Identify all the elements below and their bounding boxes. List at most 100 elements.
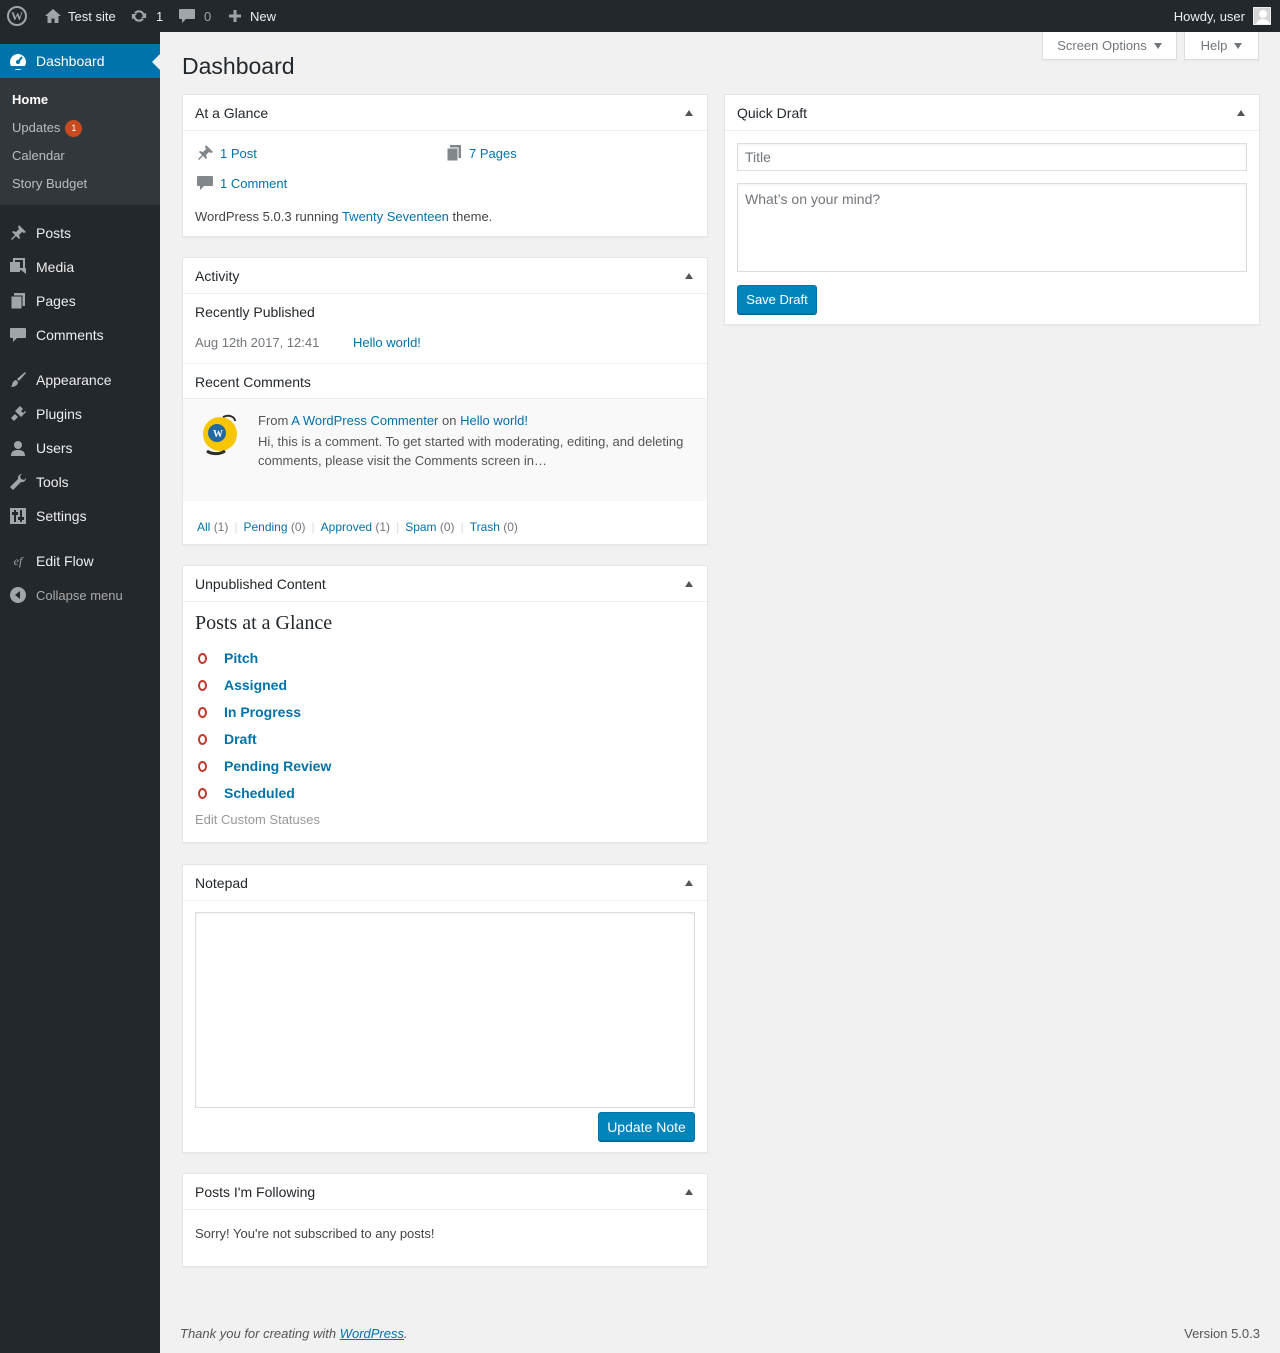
status-row-in-progress[interactable]: In Progress [195, 702, 301, 722]
status-row-scheduled[interactable]: Scheduled [195, 783, 295, 803]
updates-count: 1 [156, 8, 164, 24]
comment-author-link[interactable]: A WordPress Commenter [291, 413, 438, 428]
wrench-icon [10, 473, 27, 490]
menu-item-edit-flow[interactable]: ef Edit Flow [0, 544, 160, 578]
updates-link[interactable]: 1 [130, 0, 163, 32]
comments-count: 0 [204, 8, 212, 24]
help-button[interactable]: Help [1184, 32, 1259, 60]
status-count [198, 652, 207, 664]
howdy-label: Howdy, user [1173, 8, 1245, 24]
collapse-toggle-icon[interactable] [685, 880, 693, 886]
chevron-down-icon [1153, 42, 1162, 49]
recently-published-heading: Recently Published [195, 304, 315, 320]
avatar [1253, 7, 1271, 25]
status-count [198, 679, 207, 691]
draft-content-textarea[interactable]: What’s on your mind? [737, 183, 1247, 272]
menu-item-users[interactable]: Users [0, 431, 160, 465]
refresh-icon [131, 10, 147, 22]
published-post-link[interactable]: Hello world! [353, 335, 421, 350]
widget-header[interactable]: At a Glance [183, 95, 707, 131]
status-count [198, 733, 207, 745]
posts-at-a-glance-heading: Posts at a Glance [195, 612, 333, 634]
comment-icon [179, 9, 195, 23]
collapse-toggle-icon[interactable] [685, 273, 693, 279]
post-count-link[interactable]: 1 Post [196, 144, 257, 162]
pages-icon [10, 293, 25, 310]
page-title: Dashboard [182, 53, 295, 79]
comment-post-link[interactable]: Hello world! [460, 413, 528, 428]
filter-all[interactable]: All (1) [197, 520, 228, 534]
my-account-link[interactable]: Howdy, user [1174, 0, 1271, 32]
widget-header[interactable]: Activity [183, 258, 707, 294]
menu-item-plugins[interactable]: Plugins [0, 397, 160, 431]
status-row-draft[interactable]: Draft [195, 729, 257, 749]
draft-title-input[interactable]: Title [737, 143, 1247, 171]
published-date: Aug 12th 2017, 12:41 [195, 335, 320, 350]
status-row-pending-review[interactable]: Pending Review [195, 756, 331, 776]
plugin-icon [11, 406, 26, 421]
screen-options-button[interactable]: Screen Options [1042, 32, 1177, 60]
status-row-assigned[interactable]: Assigned [195, 675, 287, 695]
update-note-button[interactable]: Update Note [598, 1112, 695, 1141]
widget-header[interactable]: Unpublished Content [183, 566, 707, 602]
pages-icon [446, 145, 461, 162]
status-row-pitch[interactable]: Pitch [195, 648, 258, 668]
wordpress-link[interactable]: WordPress [340, 1326, 404, 1341]
posts-following-widget: Posts I'm Following Sorry! You're not su… [182, 1173, 708, 1267]
notepad-widget: Notepad Update Note [182, 864, 708, 1153]
version-info: WordPress 5.0.3 running Twenty Seventeen… [195, 209, 493, 224]
collapse-toggle-icon[interactable] [685, 581, 693, 587]
footer-thanks: Thank you for creating with WordPress. [180, 1326, 408, 1341]
site-name-link[interactable]: Test site [44, 0, 116, 32]
notepad-textarea[interactable] [195, 912, 695, 1108]
new-label: New [250, 8, 277, 24]
comment-count-link[interactable]: 1 Comment [196, 174, 287, 192]
collapse-menu-button[interactable]: Collapse menu [0, 578, 160, 612]
submenu-item-story-budget[interactable]: Story Budget [12, 176, 87, 191]
submenu-item-calendar[interactable]: Calendar [12, 148, 65, 163]
wordpress-logo-icon[interactable]: W [7, 0, 27, 32]
paintbrush-icon [11, 372, 26, 387]
comment-filters: All (1) | Pending (0) | Approved (1) | Spam… [197, 520, 518, 534]
menu-item-settings[interactable]: Settings [0, 499, 160, 533]
comment-icon [197, 176, 213, 190]
filter-pending[interactable]: Pending (0) [243, 520, 305, 534]
menu-item-comments[interactable]: Comments [0, 318, 160, 352]
divider [183, 363, 707, 364]
user-icon [11, 441, 25, 456]
comment-icon [10, 328, 26, 342]
filter-trash[interactable]: Trash (0) [470, 520, 518, 534]
menu-item-media[interactable]: Media [0, 250, 160, 284]
update-count-badge: 1 [65, 120, 83, 137]
edit-custom-statuses-link[interactable]: Edit Custom Statuses [195, 812, 320, 827]
main-content: Screen Options Help Dashboard At a Glanc… [160, 32, 1280, 1353]
submenu-item-home[interactable]: Home [12, 92, 48, 107]
menu-item-tools[interactable]: Tools [0, 465, 160, 499]
recent-comments-heading: Recent Comments [195, 374, 311, 390]
filter-spam[interactable]: Spam (0) [405, 520, 454, 534]
submenu-item-updates[interactable]: Updates 1 [12, 120, 83, 137]
filter-approved[interactable]: Approved (1) [321, 520, 390, 534]
widget-header[interactable]: Notepad [183, 865, 707, 901]
admin-menu: Dashboard Home Updates 1 Calendar Story B… [0, 32, 160, 1353]
collapse-arrow-icon [10, 587, 26, 603]
widget-header[interactable]: Posts I'm Following [183, 1174, 707, 1210]
collapse-toggle-icon[interactable] [685, 1189, 693, 1195]
page-count-link[interactable]: 7 Pages [445, 144, 517, 162]
menu-item-pages[interactable]: Pages [0, 284, 160, 318]
pushpin-icon [198, 145, 213, 160]
menu-item-dashboard[interactable]: Dashboard [0, 44, 160, 78]
at-a-glance-widget: At a Glance 1 Post 7 Pages 1 Comment Wor… [182, 94, 708, 237]
comment-excerpt: Hi, this is a comment. To get started wi… [258, 434, 684, 468]
save-draft-button[interactable]: Save Draft [737, 285, 817, 314]
menu-item-appearance[interactable]: Appearance [0, 363, 160, 397]
new-content-link[interactable]: New [227, 0, 276, 32]
menu-item-posts[interactable]: Posts [0, 216, 160, 250]
comments-link[interactable]: 0 [178, 0, 211, 32]
collapse-toggle-icon[interactable] [1237, 110, 1245, 116]
theme-link[interactable]: Twenty Seventeen [342, 209, 449, 224]
status-count [198, 787, 207, 799]
widget-header[interactable]: Quick Draft [725, 95, 1259, 131]
collapse-toggle-icon[interactable] [685, 110, 693, 116]
activity-widget: Activity Recently Published Aug 12th 201… [182, 257, 708, 545]
